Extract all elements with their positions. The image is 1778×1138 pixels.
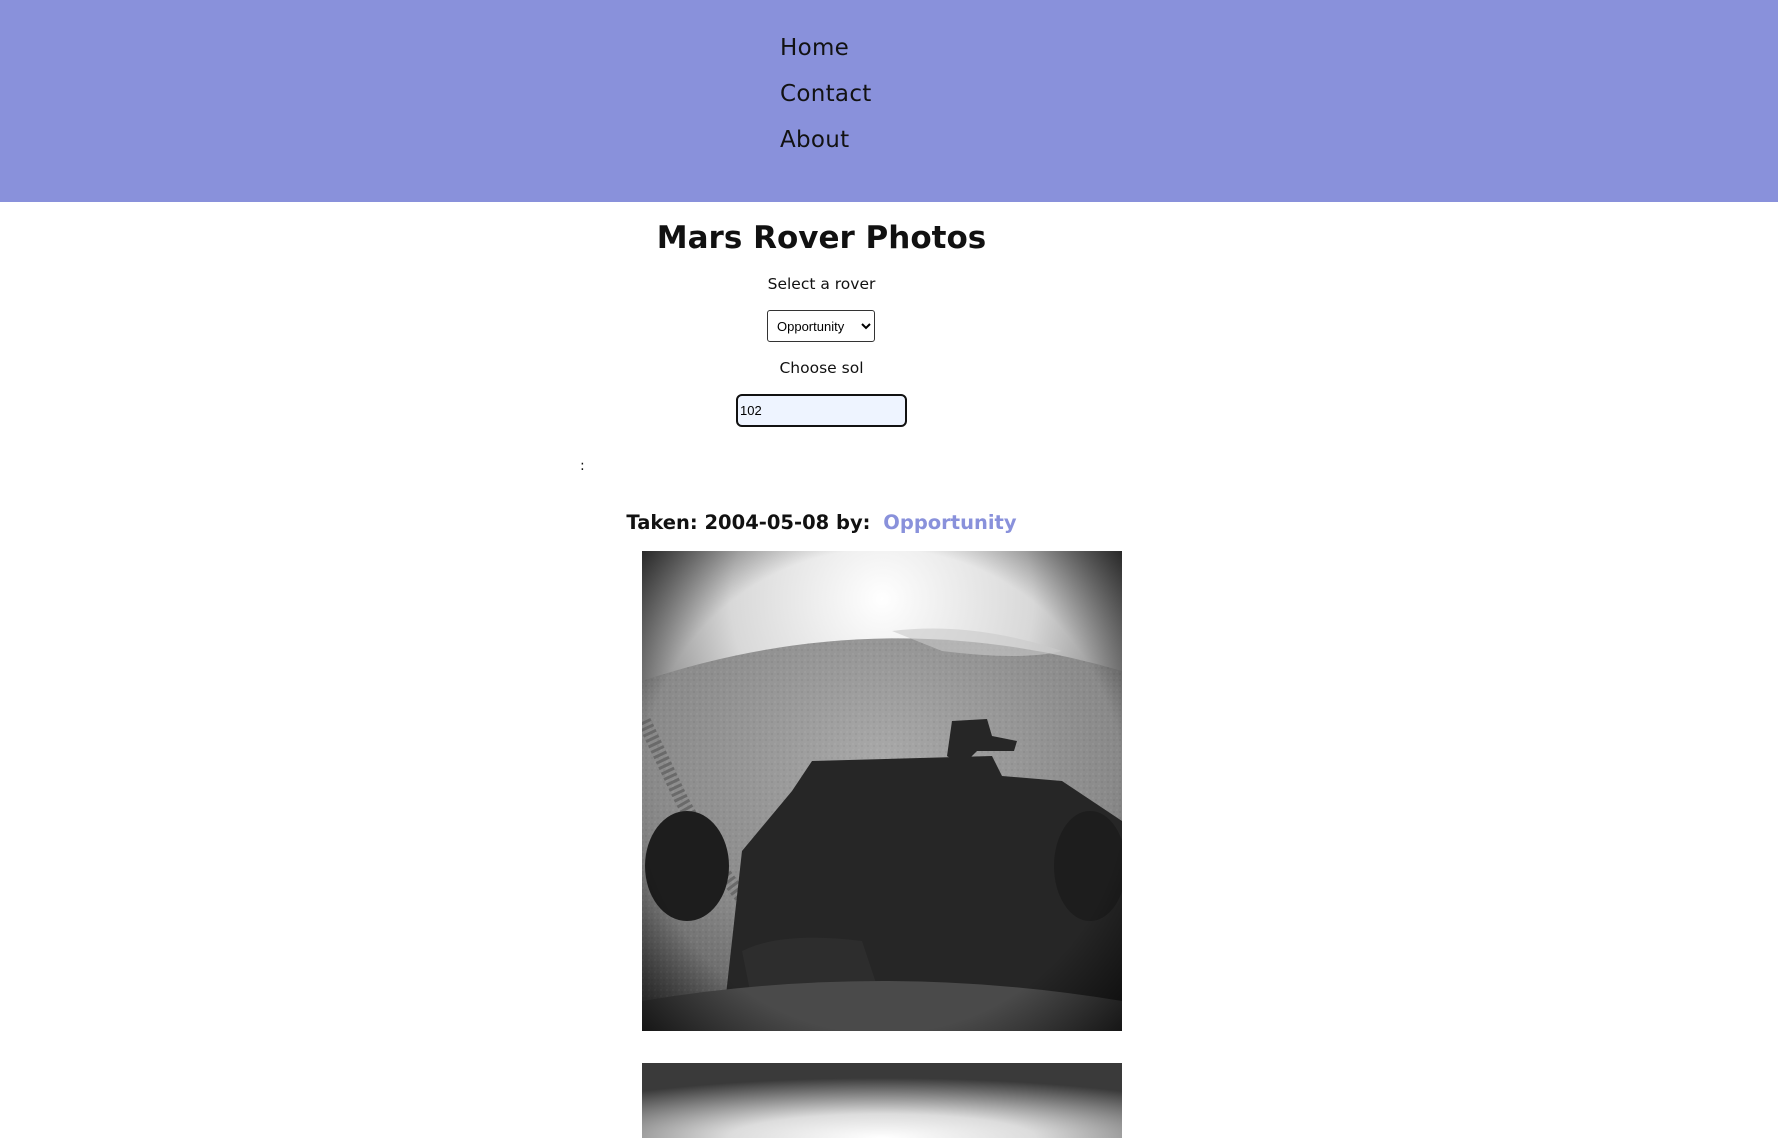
mars-rover-photo (642, 551, 1122, 1031)
separator-text: : (580, 458, 585, 474)
rover-select-label: Select a rover (767, 275, 876, 293)
photo-rover-link[interactable]: Opportunity (883, 511, 1016, 534)
rover-select[interactable]: Opportunity (767, 310, 875, 342)
nav-menu: Home Contact About (780, 28, 872, 166)
nav-link-about[interactable]: About (780, 127, 850, 153)
page-title: Mars Rover Photos (656, 220, 987, 256)
photo-taken-text: Taken: 2004-05-08 by: (626, 511, 871, 534)
mars-surface-rover-shadow-photo (642, 551, 1122, 1031)
nav-item-contact[interactable]: Contact (780, 74, 872, 120)
photo-sky-second (642, 1063, 1122, 1138)
sol-input-label: Choose sol (779, 359, 864, 377)
nav-item-home[interactable]: Home (780, 28, 872, 74)
mars-surface-photo (642, 1063, 1122, 1138)
photo-vignette (642, 551, 1122, 1031)
sol-input[interactable] (736, 394, 907, 427)
nav-link-home[interactable]: Home (780, 35, 849, 61)
photo-caption: Taken: 2004-05-08 by: Opportunity (0, 509, 1643, 537)
mars-rover-photo-second (642, 1063, 1122, 1138)
nav-link-contact[interactable]: Contact (780, 81, 872, 107)
nav-item-about[interactable]: About (780, 120, 872, 166)
top-navigation-bar: Home Contact About (0, 0, 1778, 202)
